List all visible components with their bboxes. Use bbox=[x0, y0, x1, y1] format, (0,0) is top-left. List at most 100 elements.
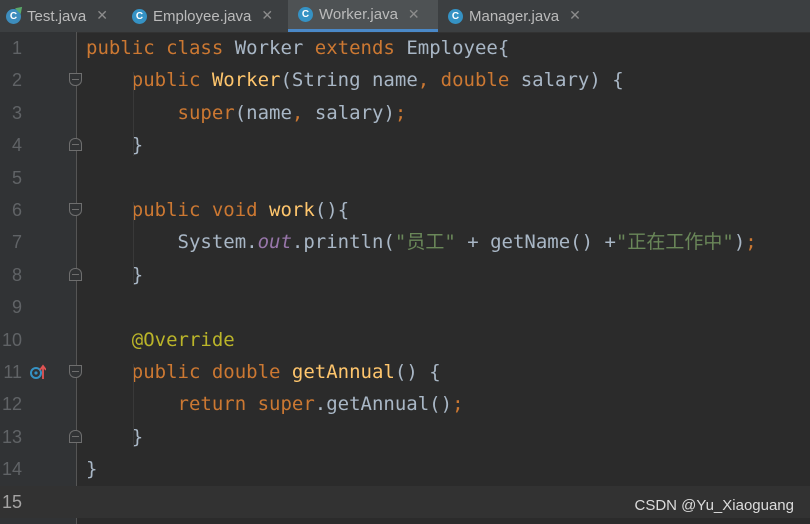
code-token: ; bbox=[452, 393, 464, 416]
close-icon[interactable]: ✕ bbox=[96, 8, 108, 24]
code-line[interactable]: 3 super(name, salary); bbox=[0, 97, 810, 129]
code-token: salary) { bbox=[520, 69, 624, 92]
line-number[interactable]: 5 bbox=[0, 162, 22, 194]
code-line[interactable]: 7 System.out.println("员工" + getName() +"… bbox=[0, 226, 810, 258]
code-token: Worker bbox=[211, 69, 281, 92]
fold-end-icon[interactable] bbox=[69, 138, 82, 152]
code-token: public double bbox=[131, 361, 292, 383]
code-line[interactable]: 1 public class Worker extends Employee{ bbox=[0, 32, 810, 64]
test-class-icon: C bbox=[6, 8, 21, 24]
code-editor[interactable]: 1 public class Worker extends Employee{2 … bbox=[0, 32, 810, 524]
code-token: System. bbox=[86, 231, 258, 254]
close-icon[interactable]: ✕ bbox=[261, 8, 273, 24]
line-number[interactable]: 15 bbox=[0, 486, 22, 518]
code-token: + getName() + bbox=[455, 231, 616, 254]
code-line[interactable]: 2 public Worker(String name, double sala… bbox=[0, 64, 810, 96]
code-line[interactable]: 8 } bbox=[0, 259, 810, 291]
code-token: out bbox=[257, 231, 292, 254]
code-token: .println( bbox=[291, 231, 395, 254]
code-line[interactable]: 5 bbox=[0, 162, 810, 194]
class-icon: C bbox=[298, 7, 313, 22]
code-token: } bbox=[86, 263, 144, 286]
fold-end-icon[interactable] bbox=[69, 267, 82, 281]
code-token: } bbox=[86, 425, 144, 448]
tab-manager-java[interactable]: C Manager.java ✕ bbox=[442, 0, 602, 32]
indent-guide bbox=[133, 202, 134, 286]
code-token: Worker bbox=[234, 37, 315, 59]
fold-end-icon[interactable] bbox=[69, 429, 82, 443]
line-number[interactable]: 2 bbox=[0, 64, 22, 96]
fold-collapse-icon[interactable] bbox=[69, 203, 82, 216]
tab-label: Manager.java bbox=[469, 7, 560, 25]
code-token: } bbox=[86, 134, 144, 157]
line-number[interactable]: 14 bbox=[0, 453, 22, 485]
class-icon: C bbox=[448, 8, 463, 24]
code-text: } bbox=[86, 129, 143, 161]
code-line[interactable]: 14} bbox=[0, 453, 810, 485]
line-number[interactable]: 6 bbox=[0, 194, 22, 226]
code-text: super(name, salary); bbox=[86, 97, 407, 129]
code-token: public bbox=[131, 69, 212, 92]
code-token: salary) bbox=[314, 101, 395, 124]
code-token: return super bbox=[177, 393, 315, 416]
code-text: public class Worker extends Employee{ bbox=[86, 32, 509, 64]
code-token: ; bbox=[394, 101, 407, 124]
code-token: "正在工作中" bbox=[615, 231, 734, 254]
indent-guide bbox=[133, 72, 134, 156]
tab-label: Worker.java bbox=[319, 6, 398, 23]
code-token: Employee{ bbox=[406, 37, 510, 59]
code-line[interactable]: 13 } bbox=[0, 421, 810, 453]
code-token: super bbox=[177, 101, 235, 124]
close-icon[interactable]: ✕ bbox=[408, 7, 420, 23]
code-text: public Worker(String name, double salary… bbox=[86, 64, 624, 96]
tab-employee-java[interactable]: C Employee.java ✕ bbox=[126, 0, 288, 32]
code-token: @Override bbox=[131, 328, 235, 351]
code-token: (String name bbox=[280, 69, 418, 92]
code-line[interactable]: 4 } bbox=[0, 129, 810, 161]
code-text: public double getAnnual() { bbox=[86, 356, 441, 388]
class-icon: C bbox=[132, 8, 147, 24]
code-token: ) bbox=[733, 231, 746, 254]
code-token: , bbox=[291, 101, 315, 124]
line-number[interactable]: 3 bbox=[0, 97, 22, 129]
code-text: } bbox=[86, 421, 143, 453]
line-number[interactable]: 4 bbox=[0, 129, 22, 161]
code-token: "员工" bbox=[394, 231, 456, 254]
line-number[interactable]: 12 bbox=[0, 388, 22, 420]
line-number[interactable]: 9 bbox=[0, 291, 22, 323]
close-icon[interactable]: ✕ bbox=[569, 8, 581, 24]
code-token: () { bbox=[394, 361, 441, 383]
line-number[interactable]: 13 bbox=[0, 421, 22, 453]
code-line[interactable]: 10 @Override bbox=[0, 324, 810, 356]
code-token: ; bbox=[745, 231, 757, 254]
tab-label: Employee.java bbox=[153, 7, 252, 25]
override-method-icon[interactable] bbox=[30, 364, 46, 380]
tab-worker-java[interactable]: C Worker.java ✕ bbox=[288, 0, 438, 32]
watermark: CSDN @Yu_Xiaoguang bbox=[634, 497, 795, 514]
code-token: .getAnnual() bbox=[314, 393, 453, 416]
code-token: extends bbox=[314, 37, 407, 59]
fold-collapse-icon[interactable] bbox=[69, 365, 82, 378]
code-line[interactable]: 9 bbox=[0, 291, 810, 323]
fold-collapse-icon[interactable] bbox=[69, 73, 82, 87]
line-number[interactable]: 11 bbox=[0, 356, 22, 388]
code-token: , double bbox=[417, 69, 521, 92]
code-text: System.out.println("员工" + getName() +"正在… bbox=[86, 226, 757, 258]
code-token: } bbox=[86, 458, 98, 481]
code-line[interactable]: 11 public double getAnnual() { bbox=[0, 356, 810, 388]
code-token: (){ bbox=[314, 199, 350, 221]
line-number[interactable]: 7 bbox=[0, 226, 22, 258]
line-number[interactable]: 1 bbox=[0, 32, 22, 64]
line-number[interactable]: 10 bbox=[0, 324, 22, 356]
code-text: } bbox=[86, 259, 143, 291]
code-line[interactable]: 6 public void work(){ bbox=[0, 194, 810, 226]
code-token: work bbox=[269, 199, 315, 221]
code-text: public void work(){ bbox=[86, 194, 349, 226]
line-number[interactable]: 8 bbox=[0, 259, 22, 291]
code-line[interactable]: 12 return super.getAnnual(); bbox=[0, 388, 810, 420]
code-token: getAnnual bbox=[291, 361, 395, 383]
tab-test-java[interactable]: C Test.java ✕ bbox=[0, 0, 122, 32]
code-token: public class bbox=[86, 37, 235, 59]
